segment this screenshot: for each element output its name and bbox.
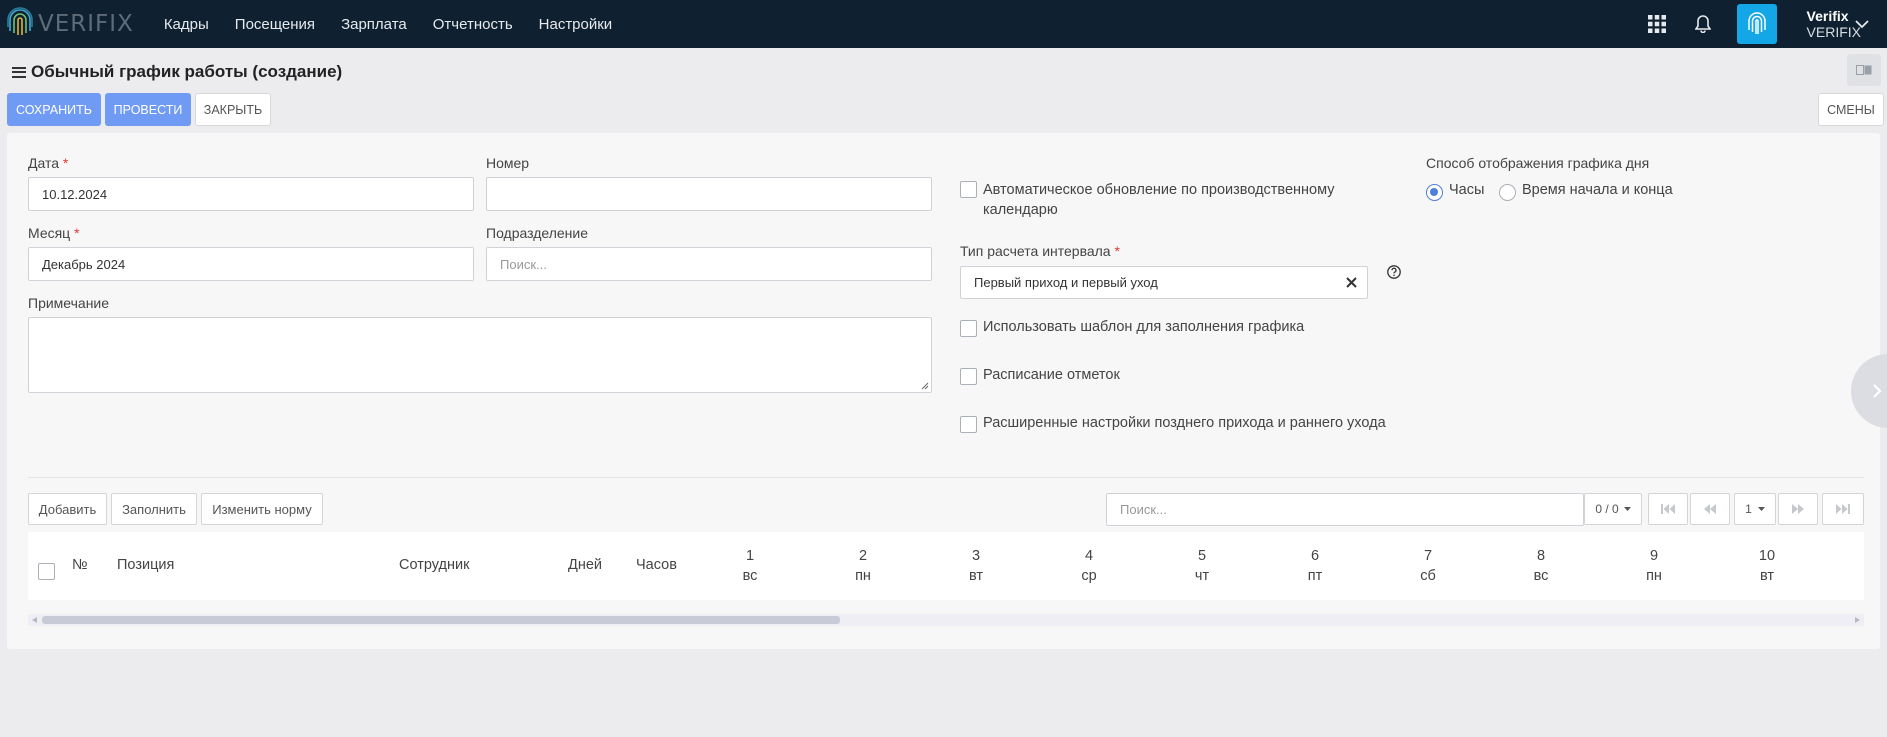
date-input[interactable]: 10.12.2024 <box>28 177 474 211</box>
change-norm-button[interactable]: Изменить норму <box>201 493 323 525</box>
use-template-checkbox[interactable] <box>960 320 977 337</box>
menu-icon[interactable] <box>12 66 26 78</box>
column-day-10[interactable]: 10 вт <box>1737 546 1797 586</box>
month-input[interactable]: Декабрь 2024 <box>28 247 474 281</box>
next-page-icon[interactable] <box>1778 493 1818 525</box>
caret-down-icon <box>1623 507 1631 511</box>
apps-grid-icon[interactable] <box>1645 12 1669 36</box>
post-button[interactable]: Провести <box>105 93 191 126</box>
column-day-4[interactable]: 4 ср <box>1059 546 1119 586</box>
user-name: Verifix <box>1806 8 1849 24</box>
fill-button[interactable]: Заполнить <box>111 493 197 525</box>
column-day-8[interactable]: 8 вс <box>1511 546 1571 586</box>
row-count-value: 0 / 0 <box>1595 502 1619 516</box>
note-label: Примечание <box>28 295 110 311</box>
prev-page-icon[interactable] <box>1690 493 1730 525</box>
nav-item-reports[interactable]: Отчетность <box>433 16 513 33</box>
nav-item-attendance[interactable]: Посещения <box>235 16 315 33</box>
column-employee[interactable]: Сотрудник <box>399 557 469 573</box>
caret-down-icon <box>1757 507 1765 511</box>
division-search-input[interactable]: Поиск... <box>486 247 932 281</box>
column-hours[interactable]: Часов <box>636 557 677 573</box>
scroll-right-icon[interactable] <box>1855 617 1860 623</box>
row-count-dropdown[interactable]: 0 / 0 <box>1584 493 1642 525</box>
auto-update-label: Автоматическое обновление по производств… <box>983 182 1335 218</box>
translate-icon[interactable] <box>1847 54 1881 86</box>
display-mode-label: Способ отображения графика дня <box>1426 155 1650 171</box>
last-page-icon[interactable] <box>1822 493 1864 525</box>
table-search-input[interactable]: Поиск... <box>1106 493 1584 526</box>
horizontal-scrollbar[interactable] <box>28 614 1864 626</box>
main-nav: Кадры Посещения Зарплата Отчетность Наст… <box>164 16 638 33</box>
clear-icon[interactable] <box>1346 277 1357 288</box>
column-day-9[interactable]: 9 пн <box>1624 546 1684 586</box>
title-row: Обычный график работы (создание) <box>12 60 342 84</box>
column-day-3[interactable]: 3 вт <box>946 546 1006 586</box>
column-day-5[interactable]: 5 чт <box>1172 546 1232 586</box>
division-label: Подразделение <box>486 225 589 241</box>
fingerprint-logo-icon <box>7 7 33 35</box>
column-day-6[interactable]: 6 пт <box>1285 546 1345 586</box>
page-title: Обычный график работы (создание) <box>31 62 343 81</box>
display-mode-hours-radio[interactable] <box>1426 184 1443 201</box>
topbar-right: Verifix VERIFIX <box>1645 0 1887 48</box>
number-label: Номер <box>486 155 530 171</box>
column-day-1[interactable]: 1 вс <box>720 546 780 586</box>
logo[interactable]: VERIFIX <box>6 0 134 48</box>
column-day-7[interactable]: 7 сб <box>1398 546 1458 586</box>
interval-type-value: Первый приход и первый уход <box>974 275 1158 290</box>
nav-item-salary[interactable]: Зарплата <box>341 16 407 33</box>
display-mode-start-end-radio[interactable] <box>1499 184 1516 201</box>
interval-type-label: Тип расчета интервала * <box>960 243 1120 259</box>
help-icon[interactable] <box>1387 265 1401 279</box>
schedule-marks-checkbox[interactable] <box>960 368 977 385</box>
schedule-marks-label: Расписание отметок <box>983 367 1120 383</box>
page-select[interactable]: 1 <box>1734 493 1776 525</box>
number-input[interactable] <box>486 177 932 211</box>
resize-handle-icon[interactable] <box>919 380 929 390</box>
interval-type-select[interactable]: Первый приход и первый уход <box>960 266 1368 299</box>
select-all-checkbox[interactable] <box>38 563 55 580</box>
shifts-button[interactable]: Смены <box>1818 93 1884 126</box>
auto-update-checkbox[interactable] <box>960 181 977 198</box>
close-button[interactable]: Закрыть <box>195 93 271 126</box>
page-value: 1 <box>1745 502 1752 516</box>
display-mode-start-end-label: Время начала и конца <box>1522 182 1673 198</box>
scrollbar-thumb[interactable] <box>42 616 840 624</box>
user-company: VERIFIX <box>1806 24 1861 40</box>
date-label: Дата * <box>28 155 69 171</box>
use-template-label: Использовать шаблон для заполнения графи… <box>983 319 1305 335</box>
logo-text: VERIFIX <box>38 11 134 37</box>
column-day-2[interactable]: 2 пн <box>833 546 893 586</box>
column-position[interactable]: Позиция <box>117 557 174 573</box>
display-mode-hours-label: Часы <box>1449 182 1485 198</box>
top-navbar: VERIFIX Кадры Посещения Зарплата Отчетно… <box>0 0 1887 48</box>
save-button[interactable]: Сохранить <box>7 93 101 126</box>
chevron-down-icon[interactable] <box>1855 20 1869 29</box>
column-number[interactable]: № <box>72 557 88 573</box>
user-menu[interactable]: Verifix VERIFIX <box>1807 8 1861 40</box>
fingerprint-app-icon[interactable] <box>1736 4 1777 44</box>
add-button[interactable]: Добавить <box>28 493 107 525</box>
month-label: Месяц * <box>28 225 80 241</box>
nav-item-hr[interactable]: Кадры <box>164 16 209 33</box>
section-divider <box>28 477 1864 478</box>
extended-settings-label: Расширенные настройки позднего прихода и… <box>983 415 1386 431</box>
bell-icon[interactable] <box>1691 12 1715 36</box>
nav-item-settings[interactable]: Настройки <box>539 16 613 33</box>
table-header: № Позиция Сотрудник Дней Часов 1 вс 2 пн 3… <box>28 532 1864 600</box>
note-textarea[interactable] <box>28 317 932 393</box>
scroll-left-icon[interactable] <box>32 617 37 623</box>
first-page-icon[interactable] <box>1648 493 1688 525</box>
extended-settings-checkbox[interactable] <box>960 416 977 433</box>
column-days[interactable]: Дней <box>568 557 602 573</box>
chevron-right-icon <box>1873 384 1882 398</box>
